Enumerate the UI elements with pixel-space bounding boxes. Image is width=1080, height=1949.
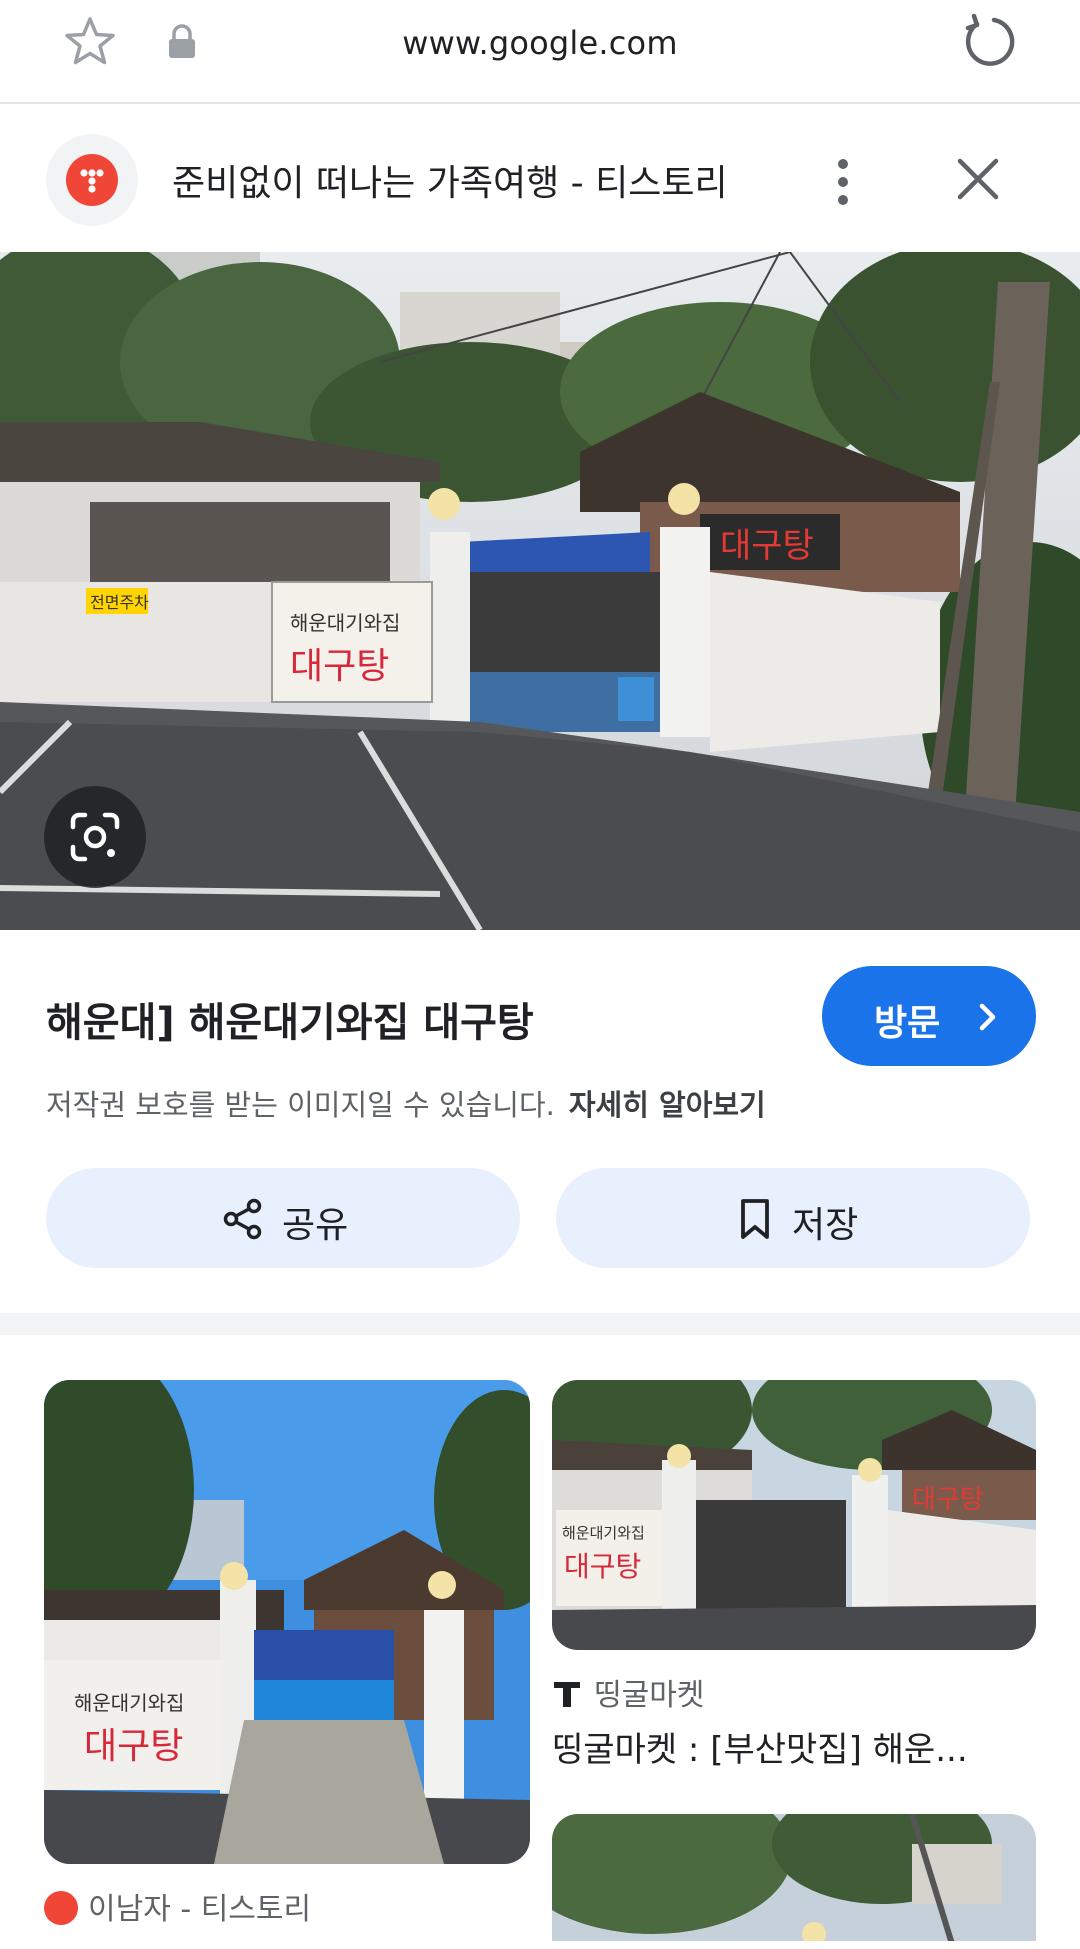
svg-text:대구탕: 대구탕 [84,1726,183,1767]
related-source-1[interactable]: 이남자 - 티스토리 [44,1884,311,1928]
sign-text-1: 해운대기와집 [290,611,400,635]
related-image-1[interactable]: 해운대기와집 대구탕 [44,1380,530,1864]
share-button-label: 공유 [282,1205,349,1246]
tistory-icon [44,1890,78,1925]
lens-icon [70,812,120,862]
reload-icon[interactable] [960,12,1018,70]
related-title-2[interactable]: 띵굴마켓 : [부산맛집] 해운... [552,1722,968,1771]
t-logo-icon [554,1681,580,1707]
related-source-2-name: 띵굴마켓 [594,1678,705,1713]
tistory-icon [66,154,118,206]
parking-sign-text: 전면주차 [90,593,149,612]
close-icon[interactable] [955,156,1001,202]
chevron-right-icon [979,1003,996,1031]
share-button[interactable]: 공유 [46,1168,520,1268]
copyright-notice: 저작권 보호를 받는 이미지일 수 있습니다. 자세히 알아보기 [46,1082,766,1124]
source-header: 준비없이 떠나는 가족여행 - 티스토리 [0,104,1080,252]
result-title: 해운대] 해운대기와집 대구탕 [46,1000,534,1046]
svg-text:해운대기와집: 해운대기와집 [74,1691,184,1715]
bottom-edge [0,1941,1080,1949]
related-source-1-name: 이남자 - 티스토리 [88,1892,312,1927]
share-icon [223,1198,262,1240]
section-divider [0,1313,1080,1335]
bookmark-icon [741,1199,769,1239]
more-vert-icon[interactable] [825,154,861,210]
url-text[interactable]: www.google.com [0,24,1080,62]
main-result-image[interactable]: 대구탕 해운대기와집 대구탕 전면주차 [0,252,1080,930]
related-image-2[interactable]: 대구탕 해운대기와집 대구탕 [552,1380,1036,1650]
visit-button-label: 방문 [874,1003,941,1044]
browser-url-bar: www.google.com [0,0,1080,104]
save-button[interactable]: 저장 [556,1168,1030,1268]
copyright-text: 저작권 보호를 받는 이미지일 수 있습니다. [46,1088,555,1122]
svg-text:대구탕: 대구탕 [912,1485,984,1515]
svg-text:대구탕: 대구탕 [720,526,814,566]
learn-more-link[interactable]: 자세히 알아보기 [569,1088,766,1122]
save-button-label: 저장 [792,1205,859,1246]
visit-button[interactable]: 방문 [822,966,1036,1066]
source-title[interactable]: 준비없이 떠나는 가족여행 - 티스토리 [172,154,728,206]
sign-text-2: 대구탕 [290,646,389,687]
related-image-3[interactable] [552,1814,1036,1949]
related-source-2[interactable]: 띵굴마켓 [552,1670,704,1714]
site-favicon [46,134,138,226]
google-lens-button[interactable] [44,786,146,888]
svg-text:대구탕: 대구탕 [564,1550,641,1583]
svg-text:해운대기와집: 해운대기와집 [562,1524,645,1542]
